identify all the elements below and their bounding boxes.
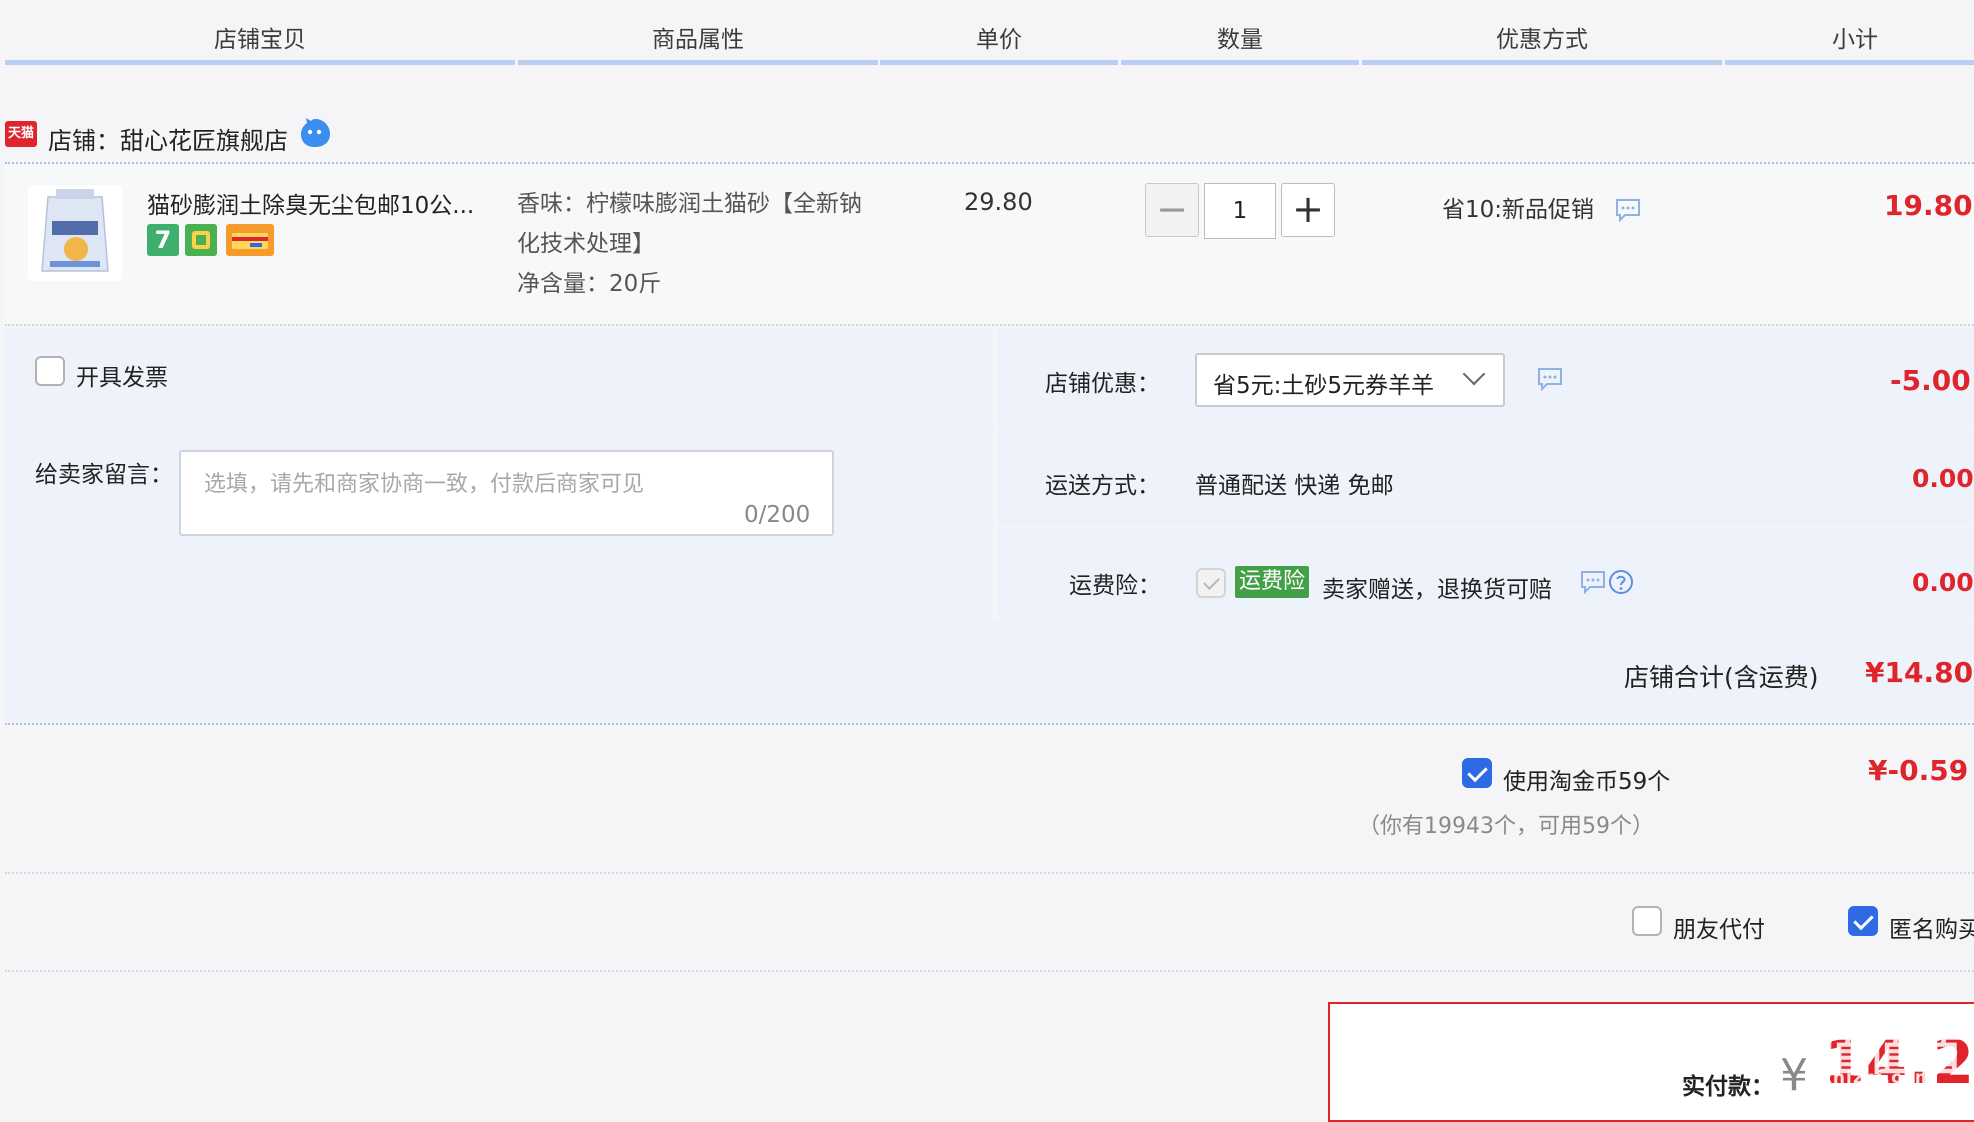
header-col-unit-price: 单价: [880, 0, 1118, 65]
insurance-checkbox: [1196, 568, 1226, 598]
insurance-comment-icon[interactable]: [1580, 570, 1606, 594]
seven-day-return-icon: 7: [147, 224, 179, 256]
tmall-badge-icon: 天猫: [5, 121, 37, 147]
store-discount-label: 店铺优惠：: [1045, 371, 1160, 397]
discount-comment-icon[interactable]: [1537, 367, 1563, 391]
header-col-quantity: 数量: [1121, 0, 1359, 65]
header-label: 店铺宝贝: [214, 27, 306, 53]
shop-total-amount: ¥14.80: [1865, 656, 1974, 689]
insurance-label: 运费险：: [1069, 573, 1161, 599]
header-col-discount: 优惠方式: [1362, 0, 1722, 65]
attr-weight: 净含量：20斤: [517, 271, 662, 297]
shipping-label: 运送方式：: [1045, 473, 1160, 499]
cat-litter-bag-icon: [41, 189, 109, 272]
insurance-tag: 运费险: [1235, 566, 1310, 598]
coins-amount: ¥-0.59: [1868, 754, 1969, 787]
item-divider: [5, 324, 1974, 326]
quality-guarantee-icon: [185, 224, 217, 256]
use-coins-checkbox[interactable]: [1462, 758, 1492, 788]
header-label: 单价: [976, 27, 1022, 53]
watermark-url: zhizhi.com: [1822, 1068, 1934, 1088]
header-col-attributes: 商品属性: [518, 0, 878, 65]
extras-divider: [5, 970, 1974, 972]
attr-flavor-line1: 香味：柠檬味膨润土猫砂【全新钠: [517, 191, 862, 217]
header-label: 数量: [1217, 27, 1263, 53]
friend-pay-label: 朋友代付: [1673, 917, 1765, 943]
shipping-value: 普通配送 快递 免邮: [1195, 473, 1394, 499]
wangwang-chat-icon[interactable]: [298, 117, 332, 149]
product-title[interactable]: 猫砂膨润土除臭无尘包邮10公...: [147, 186, 492, 220]
item-subtotal: 19.80: [1884, 189, 1973, 222]
item-promo: 省10:新品促销: [1442, 197, 1595, 223]
header-col-shop-item: 店铺宝贝: [5, 0, 515, 65]
coins-balance-note: （你有19943个，可用59个）: [1358, 814, 1654, 839]
message-char-count: 0/200: [744, 502, 811, 528]
unit-price: 29.80: [964, 188, 1033, 216]
friend-pay-checkbox[interactable]: [1632, 906, 1662, 936]
help-icon[interactable]: [1608, 569, 1634, 595]
coins-divider: [5, 872, 1974, 874]
credit-card-icon: [226, 224, 274, 256]
promo-comment-icon[interactable]: [1615, 198, 1641, 222]
header-col-subtotal: 小计: [1725, 0, 1974, 65]
shop-total-label: 店铺合计(含运费): [1624, 663, 1819, 692]
anonymous-checkbox[interactable]: [1848, 906, 1878, 936]
shop-total-divider: [5, 723, 1974, 725]
header-label: 商品属性: [652, 27, 744, 53]
attr-flavor-line2: 化技术处理】: [517, 231, 655, 257]
shipping-amount: 0.00: [1912, 464, 1974, 493]
shop-name[interactable]: 店铺：甜心花匠旗舰店: [48, 121, 288, 156]
product-image[interactable]: [28, 185, 122, 281]
insurance-amount: 0.00: [1912, 568, 1974, 597]
message-label: 给卖家留言：: [35, 462, 173, 488]
use-coins-label: 使用淘金币59个: [1503, 769, 1671, 795]
anonymous-label: 匿名购买: [1889, 917, 1974, 943]
store-discount-amount: -5.00: [1890, 364, 1971, 397]
header-label: 小计: [1832, 27, 1878, 53]
quantity-increase-button[interactable]: +: [1281, 183, 1335, 237]
header-label: 优惠方式: [1496, 27, 1588, 53]
store-discount-value: 省5元:土砂5元券羊羊: [1213, 373, 1435, 399]
message-placeholder: 选填，请先和商家协商一致，付款后商家可见: [204, 472, 645, 497]
invoice-checkbox[interactable]: [35, 356, 65, 386]
quantity-input[interactable]: 1: [1204, 183, 1276, 239]
payment-label: 实付款：: [1682, 1074, 1774, 1100]
quantity-decrease-button[interactable]: −: [1145, 183, 1199, 237]
payment-currency: ¥: [1780, 1050, 1808, 1101]
invoice-label: 开具发票: [76, 365, 168, 391]
insurance-text: 卖家赠送，退换货可赔: [1322, 577, 1552, 603]
